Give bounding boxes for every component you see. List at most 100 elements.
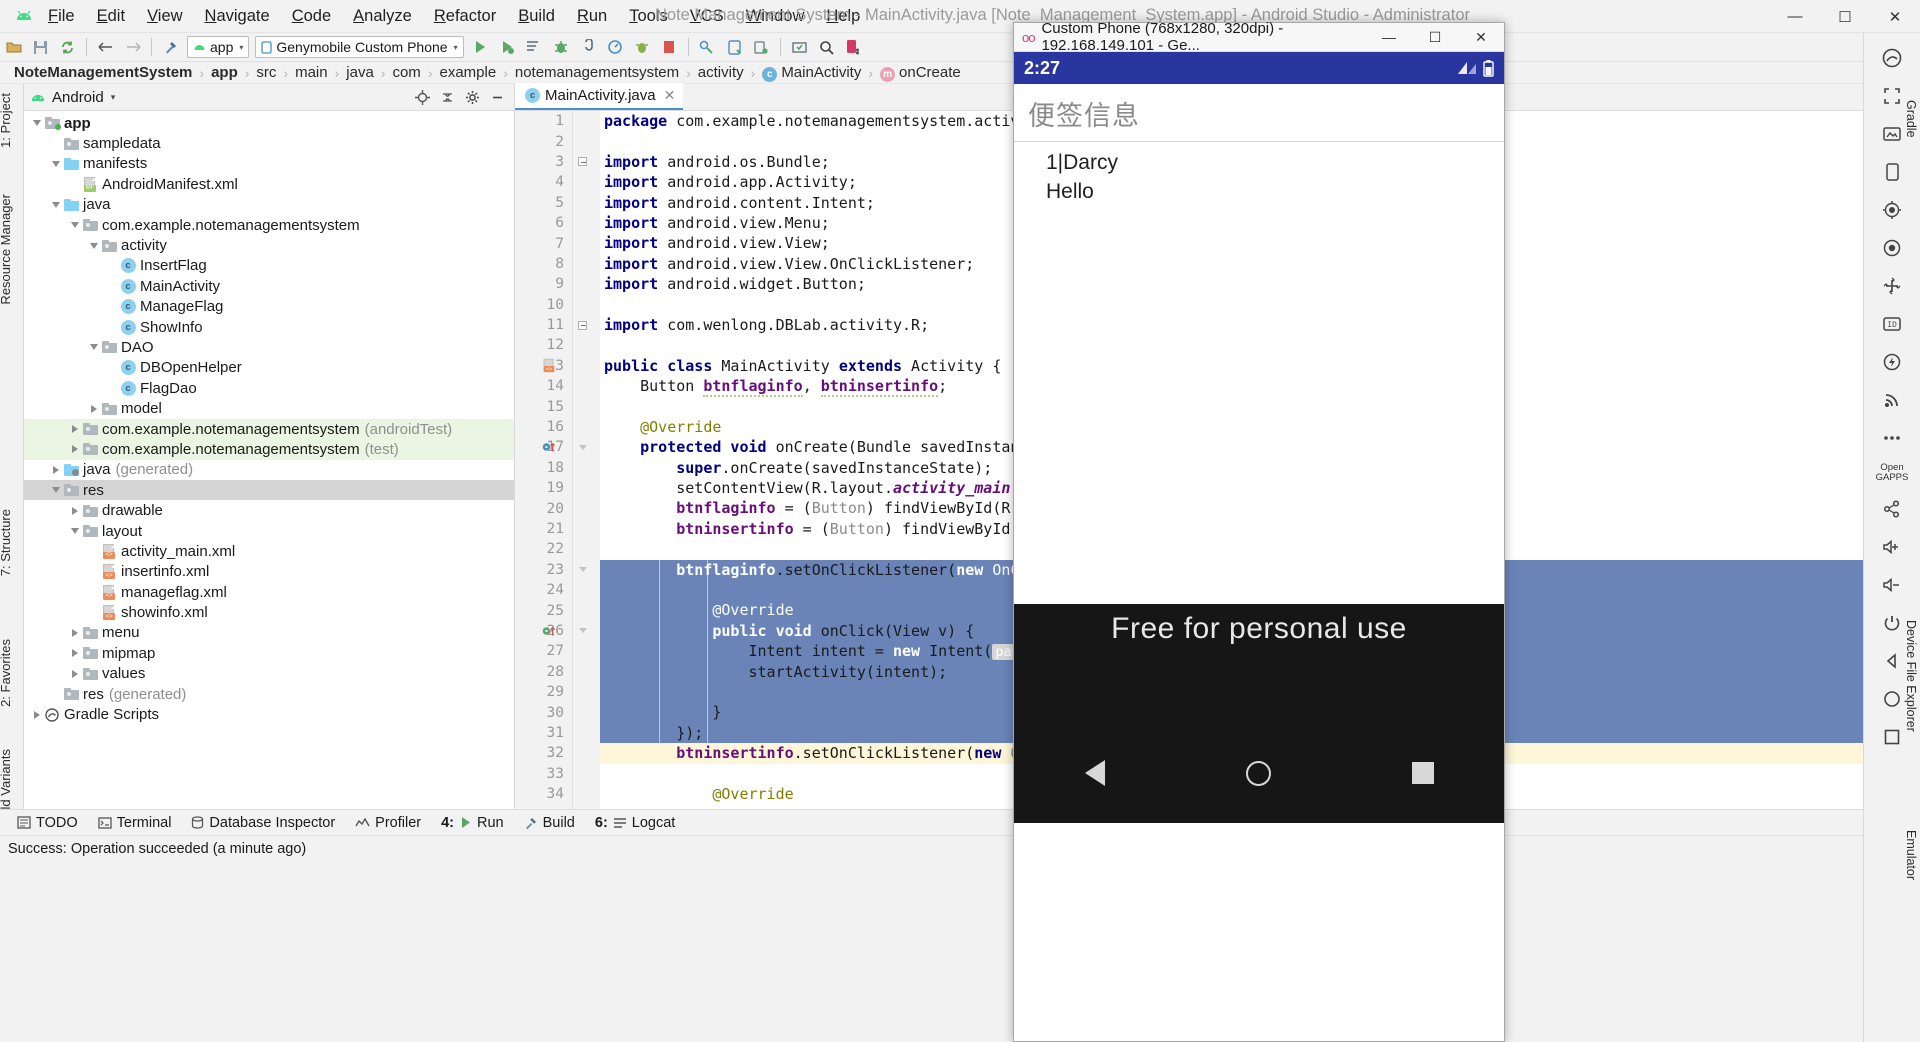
- tree-node[interactable]: c DBOpenHelper: [24, 358, 514, 378]
- rss-icon[interactable]: [1877, 387, 1907, 413]
- chevron-right-icon[interactable]: [49, 465, 62, 474]
- menu-item-file[interactable]: File: [37, 4, 86, 29]
- resource-manager-icon[interactable]: [1877, 121, 1907, 147]
- project-view-label[interactable]: Android: [52, 89, 104, 106]
- gutter-line[interactable]: 6: [515, 213, 600, 233]
- menu-item-code[interactable]: Code: [281, 4, 342, 29]
- avd-device-icon[interactable]: [749, 35, 774, 60]
- breadcrumb-item-main[interactable]: main: [295, 64, 328, 81]
- tree-node[interactable]: values: [24, 664, 514, 684]
- tree-node[interactable]: res: [24, 480, 514, 501]
- tree-node[interactable]: <> manageflag.xml: [24, 582, 514, 602]
- bottom-tab-logcat[interactable]: 6: Logcat: [586, 812, 684, 834]
- tree-node[interactable]: res (generated): [24, 684, 514, 704]
- tree-node[interactable]: mipmap: [24, 643, 514, 663]
- tree-node[interactable]: com.example.notemanagementsystem: [24, 215, 514, 235]
- gutter-line[interactable]: 25: [515, 600, 600, 620]
- gutter-line[interactable]: 24: [515, 580, 600, 600]
- tree-node[interactable]: DAO: [24, 337, 514, 357]
- rail-resource-manager-label[interactable]: Resource Manager: [0, 189, 22, 310]
- emulator-recents-icon[interactable]: [1877, 724, 1907, 750]
- project-tree[interactable]: app sampledata manifests MF AndroidManifest.…: [24, 111, 514, 808]
- android-app-screen[interactable]: 便签信息 1|Darcy Hello Free for personal use: [1014, 84, 1504, 823]
- override-marker-icon[interactable]: [542, 437, 558, 457]
- gutter-line[interactable]: 10: [515, 295, 600, 315]
- fold-handle-icon[interactable]: [577, 315, 588, 335]
- tree-node[interactable]: sampledata: [24, 133, 514, 153]
- run-app-icon[interactable]: [468, 35, 493, 60]
- emulator-window-controls[interactable]: — ☐ ✕: [1366, 23, 1504, 52]
- android-nav-bar[interactable]: [1014, 723, 1504, 823]
- emulator-home-icon[interactable]: [1877, 686, 1907, 712]
- gutter-line[interactable]: 26: [515, 621, 600, 641]
- run-variant-icon[interactable]: [495, 35, 520, 60]
- menu-item-analyze[interactable]: Analyze: [342, 4, 423, 29]
- gutter-line[interactable]: 33: [515, 764, 600, 784]
- device-icon[interactable]: [1877, 159, 1907, 185]
- gutter-line[interactable]: 28: [515, 662, 600, 682]
- gradle-elephant-icon[interactable]: [1877, 45, 1907, 71]
- bottom-tab-database-inspector[interactable]: Database Inspector: [182, 812, 344, 834]
- rotate-icon[interactable]: [1877, 273, 1907, 299]
- more-icon[interactable]: [1877, 425, 1907, 451]
- gutter-line[interactable]: 19: [515, 478, 600, 498]
- gear-icon[interactable]: [461, 86, 483, 108]
- menu-item-view[interactable]: View: [136, 4, 193, 29]
- module-selector[interactable]: app ▾: [187, 36, 250, 58]
- menu-item-edit[interactable]: Edit: [86, 4, 136, 29]
- gps-icon[interactable]: [1877, 197, 1907, 223]
- chevron-down-icon[interactable]: [87, 344, 100, 351]
- breadcrumb-item-notemanagementsystem[interactable]: NoteManagementSystem: [14, 64, 192, 81]
- tree-node[interactable]: Gradle Scripts: [24, 704, 514, 724]
- window-controls[interactable]: — ☐ ✕: [1770, 0, 1920, 33]
- gutter-line[interactable]: 21: [515, 519, 600, 539]
- attach-debugger-icon[interactable]: [576, 35, 601, 60]
- menu-item-build[interactable]: Build: [507, 4, 566, 29]
- tree-node[interactable]: c ManageFlag: [24, 297, 514, 317]
- tree-node[interactable]: java (generated): [24, 460, 514, 480]
- breadcrumb-item-app[interactable]: app: [211, 64, 238, 81]
- chevron-down-icon[interactable]: [49, 160, 62, 167]
- search-everywhere-icon[interactable]: [814, 35, 839, 60]
- tree-node[interactable]: app: [24, 113, 514, 133]
- breadcrumb-item-notemanagementsystem[interactable]: notemanagementsystem: [515, 64, 679, 81]
- share-icon[interactable]: [1877, 496, 1907, 522]
- gutter-line[interactable]: 30: [515, 702, 600, 722]
- fold-handle-icon[interactable]: [577, 621, 588, 641]
- chevron-down-icon-project[interactable]: ▾: [111, 92, 116, 103]
- locate-file-icon[interactable]: [411, 86, 433, 108]
- note-list[interactable]: 1|Darcy Hello: [1014, 142, 1504, 206]
- minimize-button[interactable]: —: [1770, 0, 1820, 33]
- chevron-down-icon[interactable]: [30, 120, 43, 127]
- tree-node[interactable]: manifests: [24, 154, 514, 174]
- gutter-line[interactable]: 2: [515, 131, 600, 151]
- tree-node[interactable]: <> showinfo.xml: [24, 602, 514, 622]
- layout-inspector-icon[interactable]: [787, 35, 812, 60]
- tree-node[interactable]: MF AndroidManifest.xml: [24, 174, 514, 194]
- device-file-explorer-label[interactable]: Device File Explorer: [1904, 620, 1918, 732]
- breadcrumb-item-src[interactable]: src: [256, 64, 276, 81]
- tree-node[interactable]: model: [24, 398, 514, 418]
- tree-node[interactable]: java: [24, 195, 514, 215]
- gutter-line[interactable]: 22: [515, 539, 600, 559]
- sync-project-icon[interactable]: [55, 35, 80, 60]
- hide-panel-icon[interactable]: [486, 86, 508, 108]
- gradle-label[interactable]: Gradle: [1904, 100, 1918, 138]
- tree-node[interactable]: <> activity_main.xml: [24, 541, 514, 561]
- genymotion-icon[interactable]: [841, 35, 866, 60]
- expand-icon[interactable]: [1877, 83, 1907, 109]
- nav-recents-icon[interactable]: [1411, 762, 1434, 784]
- gutter-line[interactable]: 20: [515, 498, 600, 518]
- chevron-right-icon[interactable]: [68, 445, 81, 454]
- menu-item-refactor[interactable]: Refactor: [423, 4, 507, 29]
- chevron-down-icon[interactable]: [49, 487, 62, 494]
- gutter-line[interactable]: 14: [515, 376, 600, 396]
- nav-home-icon[interactable]: [1245, 760, 1271, 786]
- gutter-line[interactable]: 8: [515, 254, 600, 274]
- chevron-down-icon[interactable]: [87, 242, 100, 249]
- tree-node[interactable]: c ShowInfo: [24, 317, 514, 337]
- gutter-line[interactable]: 11: [515, 315, 600, 335]
- emulator-minimize-button[interactable]: —: [1366, 23, 1412, 52]
- forward-arrow-icon[interactable]: [120, 35, 145, 60]
- xml-layout-marker-icon[interactable]: <>: [542, 356, 558, 376]
